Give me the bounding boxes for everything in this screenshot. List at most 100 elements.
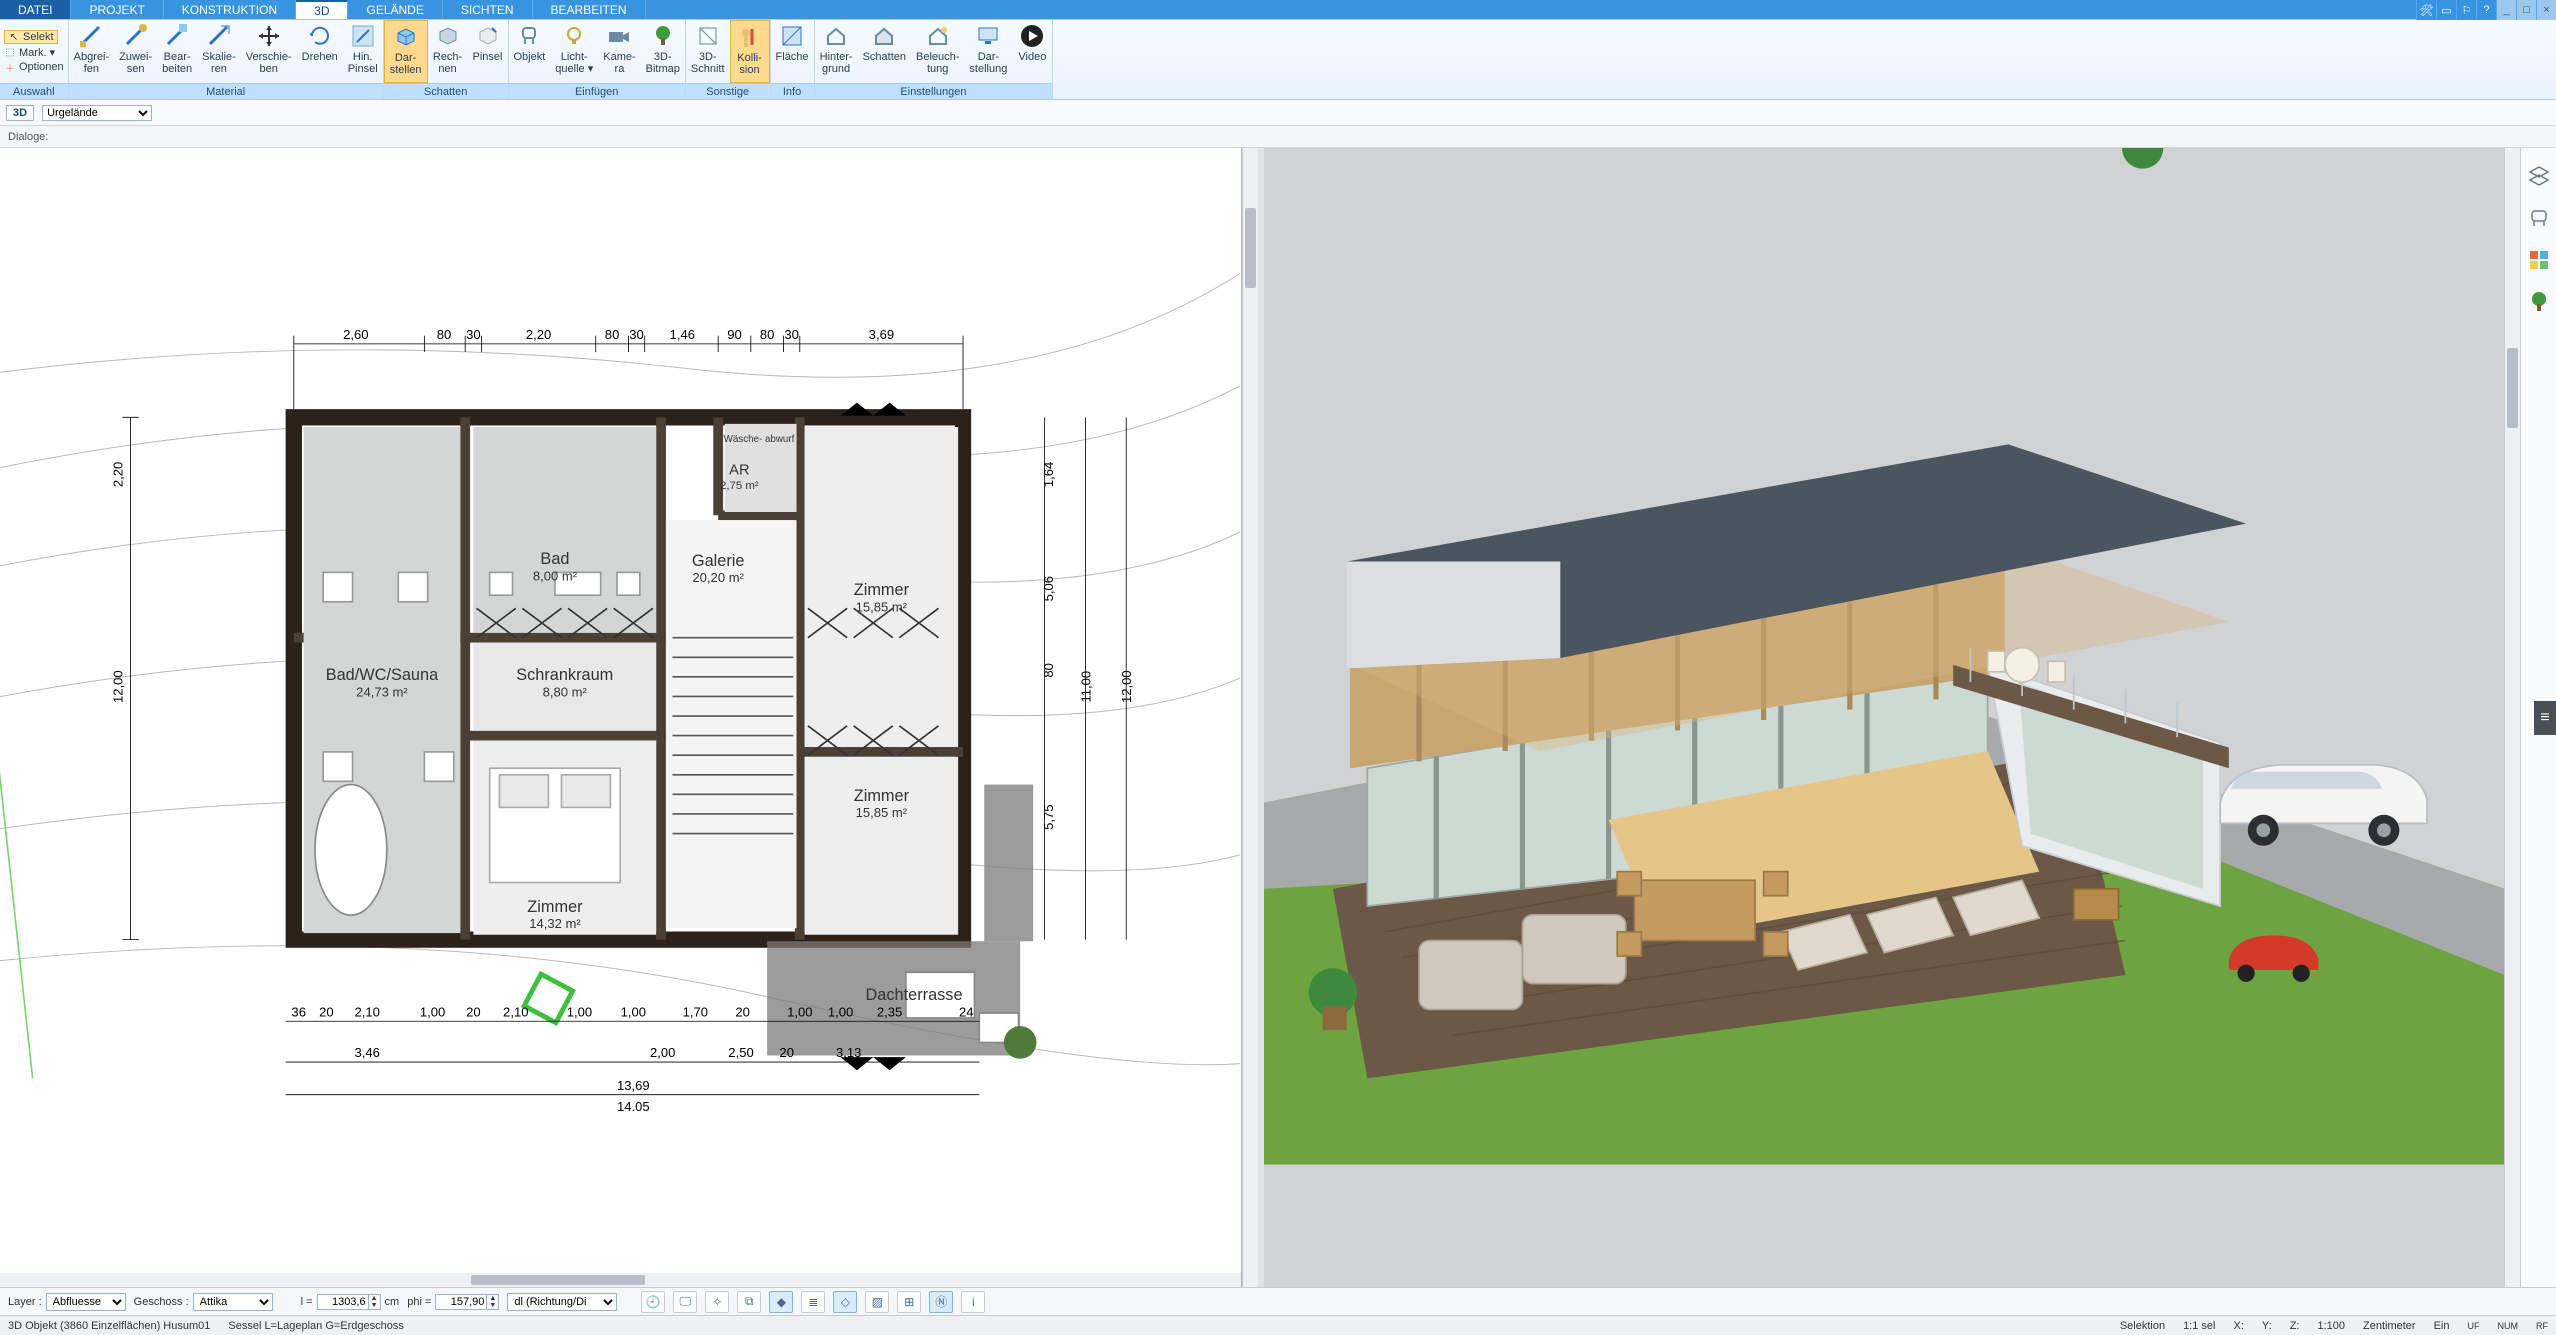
tab-sichten[interactable]: SICHTEN	[443, 0, 533, 19]
objekt-button[interactable]: Objekt	[509, 20, 551, 83]
snap-icon[interactable]: ✧	[705, 1291, 729, 1313]
window-icon[interactable]: ▭	[2436, 0, 2456, 20]
svg-text:2,20: 2,20	[110, 462, 125, 487]
copy-icon[interactable]: ⧉	[737, 1291, 761, 1313]
phi-input[interactable]	[435, 1294, 487, 1310]
svg-text:14,32 m²: 14,32 m²	[529, 916, 581, 931]
status-y: Y:	[2262, 1320, 2272, 1332]
tab-datei[interactable]: DATEI	[0, 0, 71, 19]
tab-bearbeiten[interactable]: BEARBEITEN	[533, 0, 646, 19]
svg-text:Bad/WC/Sauna: Bad/WC/Sauna	[326, 666, 439, 684]
svg-text:1,00: 1,00	[420, 1004, 445, 1019]
layer-vis-icon[interactable]: ◆	[769, 1291, 793, 1313]
drehen-button[interactable]: Drehen	[297, 20, 343, 83]
main-tabs: DATEI PROJEKT KONSTRUKTION 3D GELÄNDE SI…	[0, 0, 2556, 20]
cm-label: cm	[385, 1296, 400, 1308]
paint2-icon	[123, 23, 149, 49]
tools-icon[interactable]: 🛠	[2416, 0, 2436, 20]
flag-icon[interactable]: ⚐	[2456, 0, 2476, 20]
svg-text:36: 36	[291, 1004, 306, 1019]
tab-konstruktion[interactable]: KONSTRUKTION	[164, 0, 296, 19]
geschoss-label: Geschoss :	[134, 1296, 189, 1308]
status-objekt: 3D Objekt (3860 Einzelflächen) Husum01	[8, 1320, 210, 1332]
diamond-icon[interactable]: ◇	[833, 1291, 857, 1313]
verschieben-button[interactable]: Verschie- ben	[241, 20, 297, 83]
tab-gelaende[interactable]: GELÄNDE	[348, 0, 442, 19]
3d-vertical-scrollbar[interactable]	[2504, 148, 2520, 1287]
geschoss-select[interactable]: Attika	[193, 1293, 273, 1311]
svg-text:12,00: 12,00	[1119, 670, 1134, 703]
l-input[interactable]	[317, 1294, 369, 1310]
plan-horizontal-scrollbar[interactable]	[0, 1273, 1241, 1287]
beleuchtung-button[interactable]: Beleuch- tung	[911, 20, 964, 83]
furniture-icon[interactable]	[2527, 206, 2551, 230]
status-rf: RF	[2536, 1321, 2548, 1331]
maximize-button[interactable]: □	[2516, 0, 2536, 20]
help-icon[interactable]: ?	[2476, 0, 2496, 20]
group-info: Info	[771, 83, 814, 99]
abgreifen-button[interactable]: Abgrei- fen	[69, 20, 114, 83]
dialoge-label: Dialoge:	[8, 131, 48, 143]
grid-icon[interactable]: ⊞	[897, 1291, 921, 1313]
svg-text:2,50: 2,50	[728, 1045, 753, 1060]
l-up[interactable]: ▲	[369, 1295, 380, 1302]
darstellung-button[interactable]: Dar- stellung	[964, 20, 1012, 83]
svg-text:14,05: 14,05	[617, 1099, 650, 1111]
3d-view[interactable]	[1264, 148, 2505, 1287]
group-einfuegen: Einfügen	[509, 83, 685, 99]
info-icon[interactable]: i	[961, 1291, 985, 1313]
svg-text:24,73 m²: 24,73 m²	[356, 684, 408, 699]
north-icon[interactable]: Ⓝ	[929, 1291, 953, 1313]
bottom-toolbar: Layer : Abfluesse Geschoss : Attika l = …	[0, 1287, 2556, 1315]
bearbeiten-button[interactable]: Bear- beiten	[157, 20, 197, 83]
gelaende-select[interactable]: Urgelände	[42, 105, 152, 121]
phi-down[interactable]: ▼	[487, 1302, 498, 1309]
svg-text:20: 20	[779, 1045, 794, 1060]
layer-select[interactable]: Abfluesse	[46, 1293, 126, 1311]
move-icon	[256, 23, 282, 49]
3dbitmap-button[interactable]: 3D- Bitmap	[641, 20, 685, 83]
video-button[interactable]: Video	[1012, 20, 1052, 83]
stack-icon[interactable]: ≣	[801, 1291, 825, 1313]
status-ein: Ein	[2434, 1320, 2450, 1332]
bulb-icon	[561, 23, 587, 49]
svg-text:AR: AR	[729, 462, 749, 478]
optionen-button[interactable]: ＋ Optionen	[4, 61, 64, 73]
close-button[interactable]: ×	[2536, 0, 2556, 20]
svg-text:13,69: 13,69	[617, 1078, 650, 1093]
section-icon	[695, 23, 721, 49]
hatch-icon[interactable]: ▨	[865, 1291, 889, 1313]
pinsel-button[interactable]: Pinsel	[468, 20, 508, 83]
zuweisen-button[interactable]: Zuwei- sen	[114, 20, 157, 83]
status-selektion: Selektion	[2120, 1320, 2165, 1332]
house2-icon	[871, 23, 897, 49]
plan-vertical-scrollbar[interactable]	[1242, 148, 1258, 1287]
dl-select[interactable]: dl (Richtung/Di	[507, 1293, 617, 1311]
palette-icon[interactable]	[2527, 248, 2551, 272]
flaeche-button[interactable]: Fläche	[771, 20, 814, 83]
kamera-button[interactable]: Kame- ra	[598, 20, 640, 83]
panel-collapser[interactable]: ≡	[2534, 701, 2556, 735]
l-down[interactable]: ▼	[369, 1302, 380, 1309]
skalieren-button[interactable]: Skalie- ren	[197, 20, 241, 83]
layers-icon[interactable]	[2527, 164, 2551, 188]
lichtquelle-button[interactable]: Licht- quelle ▾	[550, 20, 598, 83]
schatten-button[interactable]: Schatten	[858, 20, 911, 83]
monitor-btn-icon[interactable]: 🖵	[673, 1291, 697, 1313]
plan-view[interactable]: Bad 8,00 m² Bad/WC/Sauna 24,73 m² Galeri…	[0, 148, 1242, 1287]
clock-icon[interactable]: 🕘	[641, 1291, 665, 1313]
hintergrund-button[interactable]: Hinter- grund	[815, 20, 858, 83]
mark-button[interactable]: ⬚ Mark.▾	[4, 46, 55, 59]
tab-projekt[interactable]: PROJEKT	[71, 0, 163, 19]
minimize-button[interactable]: _	[2496, 0, 2516, 20]
rechnen-button[interactable]: Rech- nen	[428, 20, 468, 83]
phi-up[interactable]: ▲	[487, 1295, 498, 1302]
tab-3d[interactable]: 3D	[296, 0, 348, 19]
tree-panel-icon[interactable]	[2527, 290, 2551, 314]
hinpinsel-button[interactable]: Hin. Pinsel	[343, 20, 383, 83]
3dschnitt-button[interactable]: 3D- Schnitt	[686, 20, 730, 83]
darstellen-button[interactable]: Dar- stellen	[384, 20, 428, 83]
kollision-button[interactable]: Kolli- sion	[730, 20, 770, 83]
l-label: l =	[301, 1296, 313, 1308]
selekt-button[interactable]: ↖ Selekt	[4, 30, 58, 44]
